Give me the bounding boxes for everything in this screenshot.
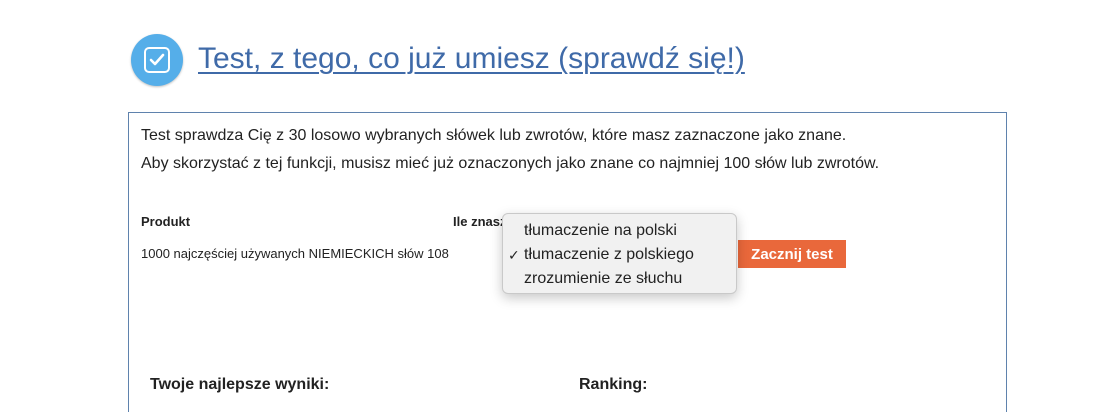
mode-option-label: tłumaczenie z polskiego (524, 246, 694, 263)
mode-option-label: zrozumienie ze słuchu (524, 270, 683, 287)
ranking-heading: Ranking: (579, 376, 648, 393)
page: Test, z tego, co już umiesz (sprawdź się… (0, 0, 1114, 412)
description-line-2: Aby skorzystać z tej funkcji, musisz mie… (141, 155, 880, 172)
mode-option-to-polish[interactable]: tłumaczenie na polski (503, 219, 736, 243)
mode-option-label: tłumaczenie na polski (524, 222, 677, 239)
mode-option-from-polish[interactable]: ✓ tłumaczenie z polskiego (503, 243, 736, 267)
product-name: 1000 najczęściej używanych NIEMIECKICH s… (141, 246, 449, 261)
best-results-heading: Twoje najlepsze wyniki: (150, 376, 330, 393)
mode-option-listening[interactable]: zrozumienie ze słuchu (503, 267, 736, 291)
start-test-button[interactable]: Zacznij test (738, 240, 846, 268)
check-icon: ✓ (508, 247, 520, 263)
description-line-1: Test sprawdza Cię z 30 losowo wybranych … (141, 127, 847, 144)
column-header-product: Produkt (141, 214, 191, 229)
checkbox-icon (131, 34, 183, 86)
test-mode-dropdown[interactable]: tłumaczenie na polski ✓ tłumaczenie z po… (502, 213, 737, 294)
checkmark-icon (149, 53, 165, 66)
page-title-link[interactable]: Test, z tego, co już umiesz (sprawdź się… (198, 42, 745, 76)
